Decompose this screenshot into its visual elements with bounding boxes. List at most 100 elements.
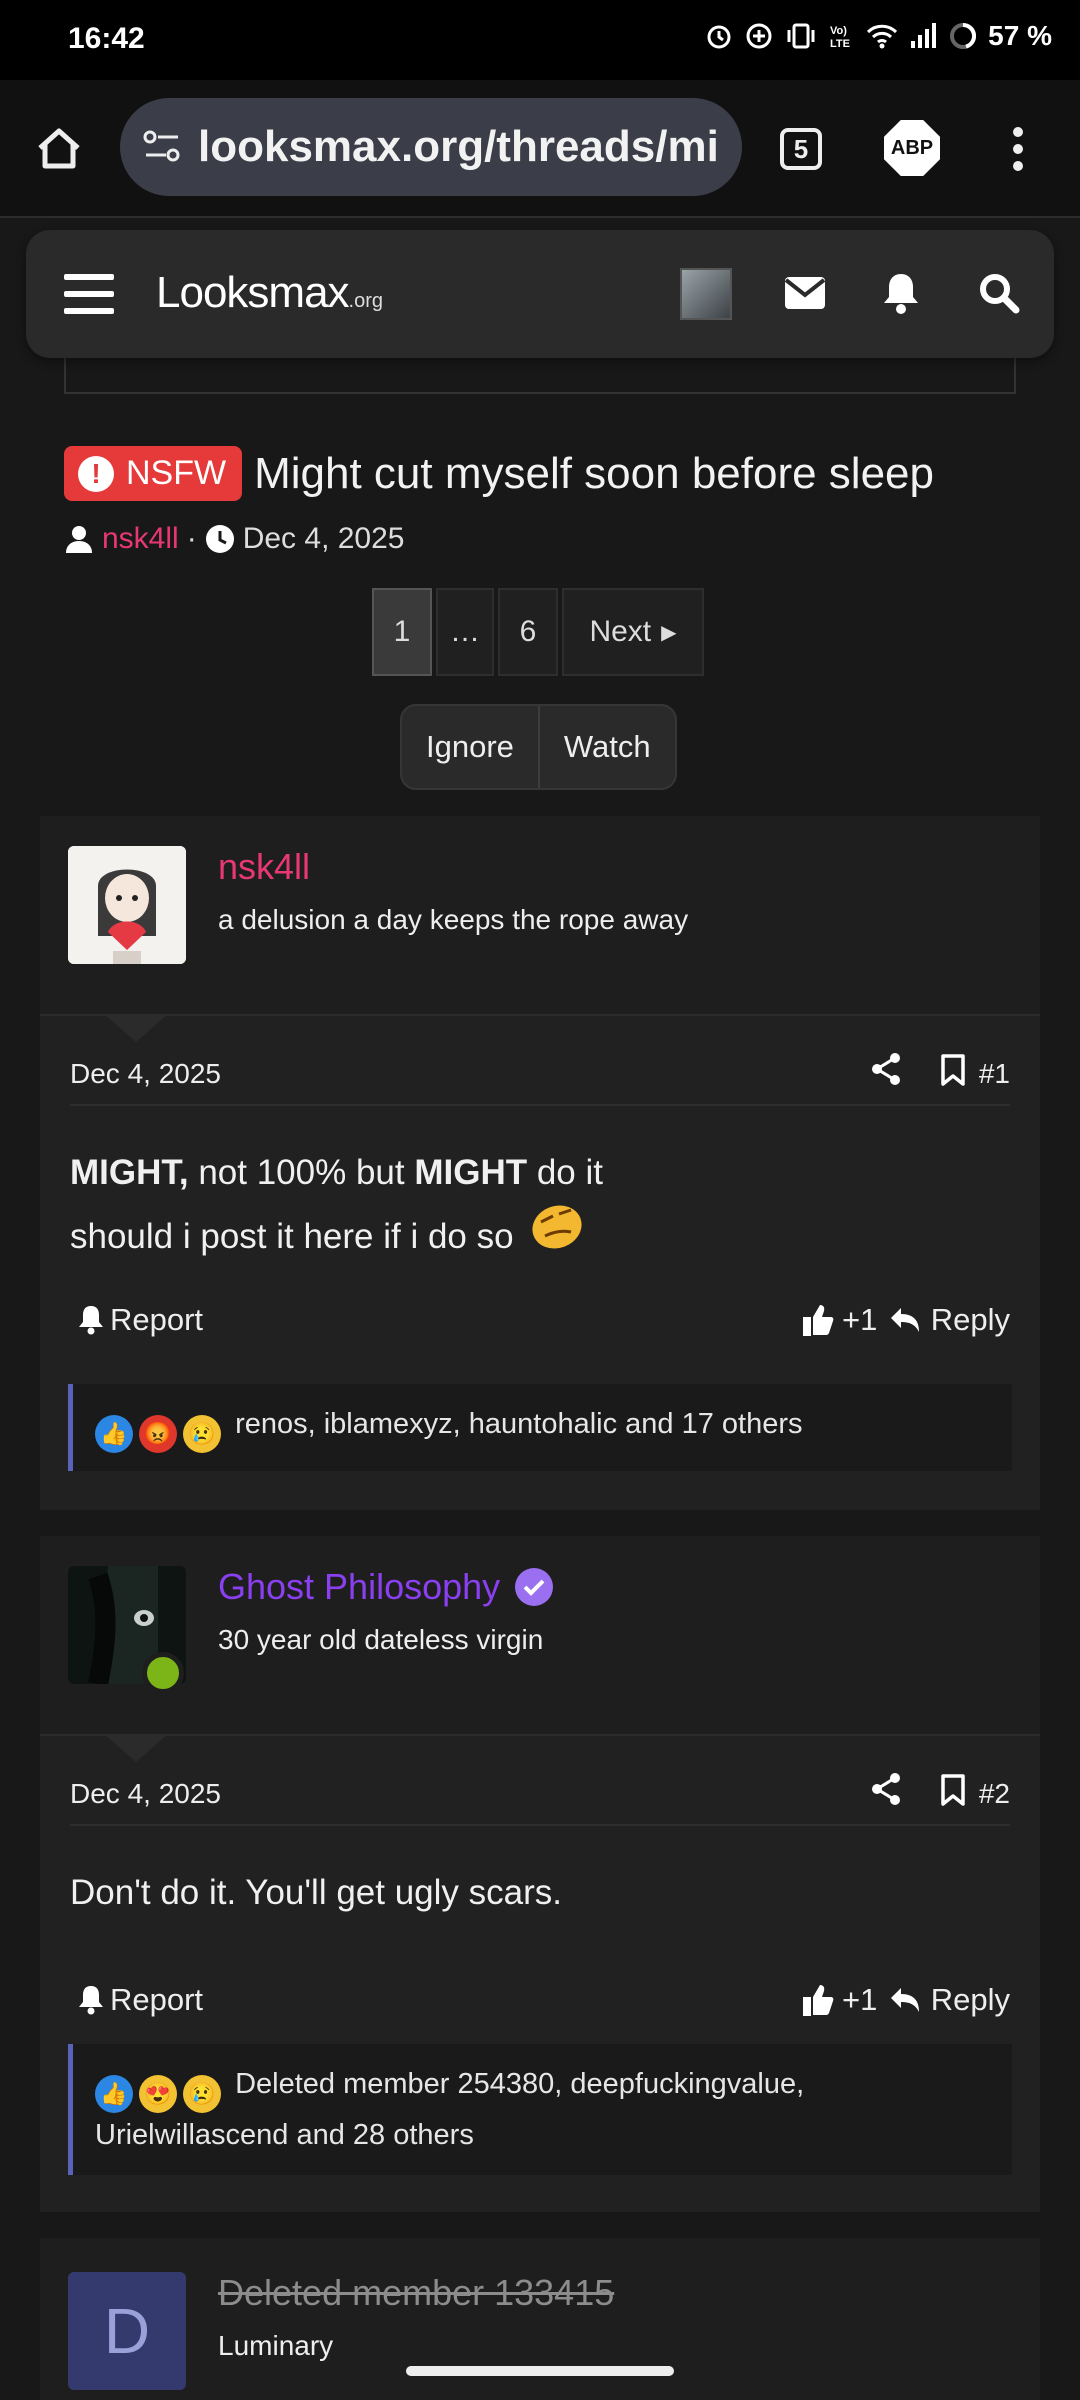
report-button[interactable]: Report	[78, 1302, 203, 1338]
thread-title: ! NSFW Might cut myself soon before slee…	[64, 446, 1024, 501]
envelope-icon[interactable]	[784, 276, 826, 310]
sad-icon: 😢	[183, 1415, 221, 1453]
pagination: 1 … 6 Next ▶	[372, 588, 704, 676]
post-1: nsk4ll a delusion a day keeps the rope a…	[40, 816, 1040, 1510]
username-link[interactable]: nsk4ll	[218, 846, 310, 888]
site-logo[interactable]: Looksmax.org	[156, 268, 383, 318]
home-icon[interactable]	[34, 124, 84, 174]
thread-meta: nsk4ll · Dec 4, 2025	[64, 522, 404, 556]
like-icon: 👍	[95, 2075, 133, 2113]
clock-icon	[205, 525, 234, 553]
post-2: Ghost Philosophy 30 year old dateless vi…	[40, 1536, 1040, 2212]
share-icon[interactable]	[870, 1772, 902, 1806]
post-number[interactable]: #1	[979, 1058, 1010, 1090]
verified-badge-icon	[515, 1568, 554, 1606]
search-icon[interactable]	[978, 272, 1020, 314]
thread-date[interactable]: Dec 4, 2025	[243, 522, 405, 556]
bookmark-icon[interactable]	[940, 1054, 966, 1086]
body-text-1: not 100% but	[188, 1153, 415, 1192]
ignore-button[interactable]: Ignore	[402, 706, 540, 788]
reactions-bar[interactable]: 👍 😍 😢 Deleted member 254380, deepfuckingva…	[68, 2044, 1012, 2175]
more-menu-icon[interactable]	[1006, 124, 1030, 174]
battery-percent: 57 %	[988, 20, 1052, 51]
avatar[interactable]	[68, 1566, 186, 1694]
sad-icon: 😢	[183, 2075, 221, 2113]
thread-action-group: Ignore Watch	[400, 704, 677, 790]
next-page-button[interactable]: Next ▶	[562, 588, 704, 676]
post-actions: Report +1 Reply	[70, 1302, 1010, 1352]
thumbs-up-icon	[803, 1985, 834, 2016]
post-meta: Dec 4, 2025 #2	[70, 1766, 1010, 1826]
svg-text:LTE: LTE	[830, 38, 850, 50]
page-jump-button[interactable]: …	[436, 588, 494, 676]
like-button[interactable]: +1	[802, 1302, 877, 1338]
username-link[interactable]: Deleted member 133415	[218, 2272, 614, 2314]
browser-toolbar: looksmax.org/threads/mi 5 ABP	[0, 80, 1080, 218]
signal-icon	[911, 23, 937, 48]
post-divider	[40, 1510, 1040, 1536]
post-date[interactable]: Dec 4, 2025	[70, 1058, 221, 1090]
userbar-arrow	[104, 1734, 168, 1762]
avatar-image	[68, 846, 186, 964]
reply-button[interactable]: Reply	[889, 1982, 1010, 2018]
status-time: 16:42	[68, 22, 145, 55]
post-body-line-2: should i post it here if i do so	[70, 1202, 1010, 1266]
like-button[interactable]: +1	[802, 1982, 877, 2018]
thread-title-text: Might cut myself soon before sleep	[254, 448, 934, 498]
data-saver-icon	[746, 23, 772, 49]
meta-separator: ·	[186, 522, 197, 555]
user-title: Luminary	[218, 2330, 334, 2361]
adblock-button[interactable]: ABP	[884, 120, 940, 176]
alert-icon: !	[78, 455, 114, 492]
status-icons: Vo) LTE 57 %	[704, 20, 1052, 52]
tab-switcher-button[interactable]: 5	[780, 128, 822, 170]
user-title: 30 year old dateless virgin	[218, 1624, 544, 1655]
avatar[interactable]	[68, 846, 186, 964]
like-count: +1	[842, 1302, 878, 1337]
post-number[interactable]: #2	[979, 1778, 1010, 1810]
user-title: a delusion a day keeps the rope away	[218, 904, 689, 935]
angry-icon: 😡	[139, 1415, 177, 1453]
post-meta: Dec 4, 2025 #1	[70, 1046, 1010, 1106]
userbar-arrow	[104, 1014, 168, 1042]
watch-button[interactable]: Watch	[540, 706, 675, 788]
share-icon[interactable]	[870, 1052, 902, 1086]
nsfw-prefix-badge[interactable]: ! NSFW	[64, 446, 243, 501]
online-status-dot	[142, 1652, 184, 1694]
reactions-bar[interactable]: 👍 😡 😢 renos, iblamexyz, hauntohalic and 17…	[68, 1384, 1012, 1471]
vibrate-icon	[787, 23, 815, 49]
page-1-button[interactable]: 1	[372, 588, 432, 676]
post-divider	[40, 2212, 1040, 2238]
logo-text: Looksmax	[156, 268, 350, 317]
report-button[interactable]: Report	[78, 1982, 203, 2018]
reply-icon	[890, 1308, 919, 1332]
like-count: +1	[842, 1982, 878, 2017]
post-body-line-1: MIGHT, not 100% but MIGHT do it	[70, 1144, 1010, 1202]
love-icon: 😍	[139, 2075, 177, 2113]
address-bar[interactable]: looksmax.org/threads/mi	[120, 98, 742, 196]
post-body: Don't do it. You'll get ugly scars.	[70, 1873, 562, 1912]
username-link[interactable]: Ghost Philosophy	[218, 1566, 554, 1608]
avatar-letter: D	[103, 2295, 151, 2367]
volte-icon: Vo)LTE	[830, 25, 850, 50]
bell-icon[interactable]	[882, 272, 920, 314]
post-date[interactable]: Dec 4, 2025	[70, 1778, 221, 1810]
gesture-home-bar[interactable]	[406, 2366, 674, 2376]
page-6-button[interactable]: 6	[498, 588, 558, 676]
site-settings-icon[interactable]	[142, 129, 182, 165]
battery-icon	[950, 22, 977, 49]
reply-button[interactable]: Reply	[889, 1302, 1010, 1338]
wifi-icon	[867, 24, 898, 49]
thumbs-up-icon	[803, 1305, 834, 1336]
account-avatar[interactable]	[680, 268, 732, 320]
reactions-text: renos, iblamexyz, hauntohalic and 17 oth…	[235, 1408, 803, 1440]
thinking-emoji-icon	[532, 1205, 582, 1249]
reply-label: Reply	[930, 1982, 1010, 2017]
body-bold-2: MIGHT	[414, 1153, 528, 1192]
thread-author-link[interactable]: nsk4ll	[102, 522, 179, 556]
bookmark-icon[interactable]	[940, 1774, 966, 1806]
avatar[interactable]: D	[68, 2272, 186, 2390]
hamburger-menu-icon[interactable]	[64, 272, 114, 316]
post-user-bar: nsk4ll a delusion a day keeps the rope a…	[40, 816, 1040, 1016]
caret-right-icon: ▶	[661, 621, 677, 644]
